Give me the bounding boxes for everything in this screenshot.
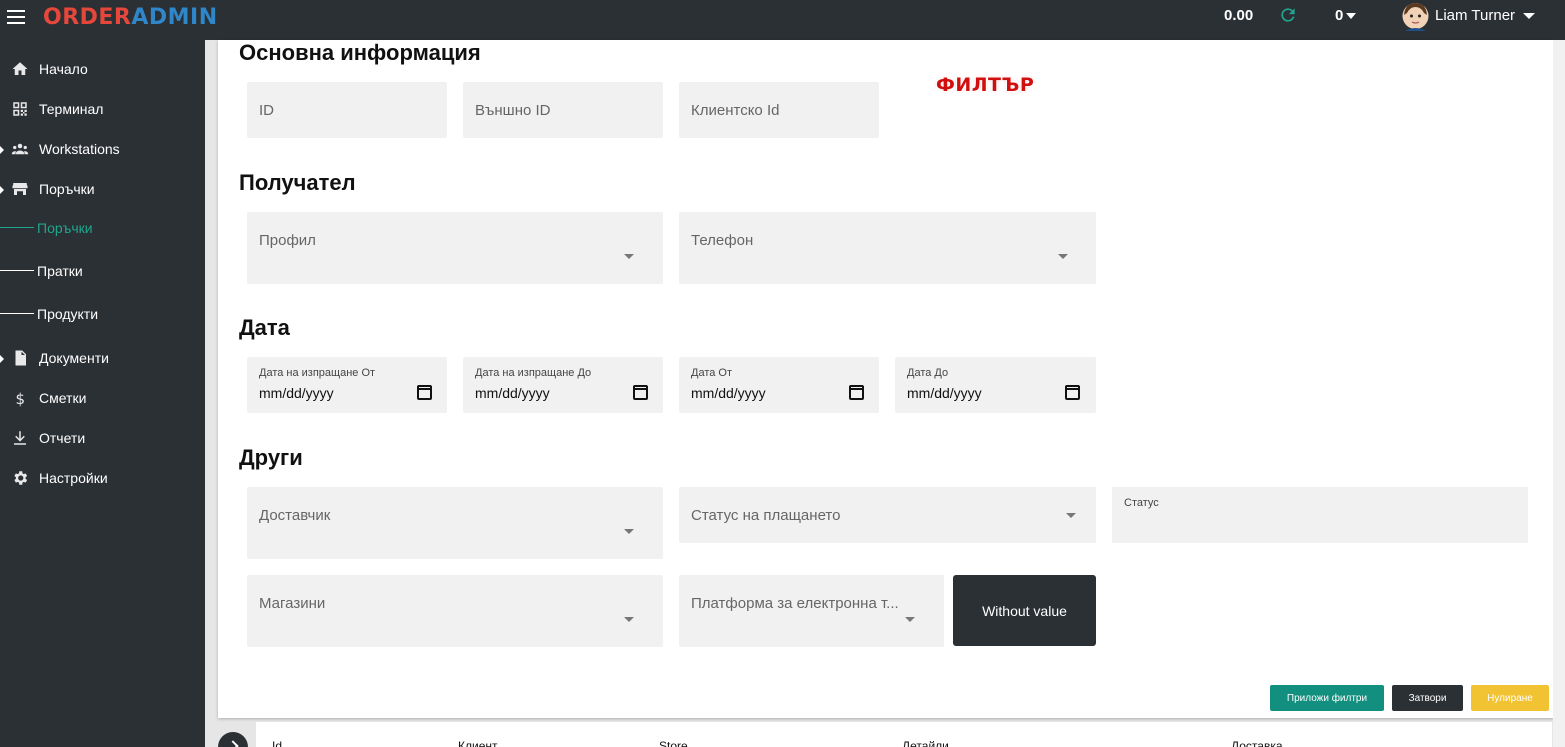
date-to-input[interactable]: Дата До mm/dd/yyyy xyxy=(895,357,1096,413)
column-details[interactable]: Детайли xyxy=(902,739,949,747)
dollar-icon: $ xyxy=(16,390,26,407)
section-title-other: Други xyxy=(239,445,303,470)
sidebar-item-documents[interactable]: Документи xyxy=(0,343,205,373)
close-button[interactable]: Затвори xyxy=(1392,685,1463,711)
chevron-down-icon xyxy=(905,617,915,622)
top-bar: ORDERADMIN 0.00 0 Liam Turner xyxy=(0,0,1565,40)
sidebar-item-home[interactable]: Начало xyxy=(0,54,205,84)
sidebar-item-settings[interactable]: Настройки xyxy=(0,463,205,493)
column-delivery[interactable]: Доставка xyxy=(1231,739,1283,747)
calendar-icon[interactable] xyxy=(849,385,864,400)
payment-status-select[interactable]: Статус на плащането xyxy=(679,487,1096,543)
ship-date-from-input[interactable]: Дата на изпращане От mm/dd/yyyy xyxy=(247,357,447,413)
filter-panel: Основна информация ФИЛТЪР ID Външно ID К… xyxy=(218,40,1554,718)
sidebar-subitem-products[interactable]: Продукти xyxy=(0,302,205,328)
home-icon xyxy=(12,62,28,75)
section-title-basic: Основна информация xyxy=(239,40,481,65)
sidebar-item-orders[interactable]: Поръчки xyxy=(0,174,205,204)
refresh-icon[interactable] xyxy=(1278,4,1298,26)
section-title-recipient: Получател xyxy=(239,170,356,195)
caret-right-icon xyxy=(0,355,4,363)
id-input[interactable]: ID xyxy=(247,82,447,138)
document-icon xyxy=(15,350,26,366)
qr-icon xyxy=(13,102,27,116)
external-id-input[interactable]: Външно ID xyxy=(463,82,663,138)
calendar-icon[interactable] xyxy=(417,385,432,400)
sidebar-subitem-shipments[interactable]: Пратки xyxy=(0,259,205,285)
filter-badge: ФИЛТЪР xyxy=(936,74,1035,96)
expand-arrow-icon[interactable] xyxy=(218,732,248,747)
sidebar-item-accounts[interactable]: $ Сметки xyxy=(0,383,205,413)
platform-select[interactable]: Платформа за електронна т... xyxy=(679,575,944,647)
store-icon xyxy=(12,183,28,195)
section-title-date: Дата xyxy=(239,315,290,340)
scrollbar[interactable] xyxy=(1553,40,1565,747)
chevron-down-icon xyxy=(624,617,634,622)
caret-right-icon xyxy=(0,186,4,194)
apply-filters-button[interactable]: Приложи филтри xyxy=(1270,685,1384,711)
profile-select[interactable]: Профил xyxy=(247,212,663,284)
ship-date-to-input[interactable]: Дата на изпращане До mm/dd/yyyy xyxy=(463,357,663,413)
balance-value: 0.00 xyxy=(1224,7,1254,24)
client-id-input[interactable]: Клиентско Id xyxy=(679,82,879,138)
reset-button[interactable]: Нулиране xyxy=(1471,685,1549,711)
app-logo[interactable]: ORDERADMIN xyxy=(43,5,218,30)
sidebar-item-terminal[interactable]: Терминал xyxy=(0,94,205,124)
svg-text:$: $ xyxy=(16,390,26,407)
chevron-down-icon xyxy=(1066,513,1076,518)
sidebar: Начало Терминал Workstations Поръчки Пор… xyxy=(0,40,205,747)
notification-counter[interactable]: 0 xyxy=(1335,7,1357,24)
date-from-input[interactable]: Дата От mm/dd/yyyy xyxy=(679,357,879,413)
chevron-down-icon xyxy=(624,529,634,534)
phone-select[interactable]: Телефон xyxy=(679,212,1096,284)
chevron-down-icon xyxy=(624,254,634,259)
chevron-down-icon xyxy=(1346,13,1357,20)
calendar-icon[interactable] xyxy=(1065,385,1080,400)
menu-icon[interactable] xyxy=(7,10,25,24)
sidebar-item-workstations[interactable]: Workstations xyxy=(0,134,205,164)
column-store[interactable]: Store xyxy=(659,739,688,747)
sidebar-subitem-orders[interactable]: Поръчки xyxy=(0,216,205,242)
supplier-select[interactable]: Доставчик xyxy=(247,487,663,559)
stores-select[interactable]: Магазини xyxy=(247,575,663,647)
orders-table-header: Id Клиент Store Детайли Доставка xyxy=(256,722,1552,747)
main-content: Основна информация ФИЛТЪР ID Външно ID К… xyxy=(205,40,1565,747)
chevron-down-icon xyxy=(1058,254,1068,259)
calendar-icon[interactable] xyxy=(633,385,648,400)
chevron-down-icon[interactable] xyxy=(1523,13,1535,19)
status-select[interactable]: Статус xyxy=(1112,487,1528,543)
column-id[interactable]: Id xyxy=(272,739,282,747)
without-value-button[interactable]: Without value xyxy=(953,575,1096,646)
avatar xyxy=(1402,3,1429,31)
column-client[interactable]: Клиент xyxy=(458,739,498,747)
sidebar-item-reports[interactable]: Отчети xyxy=(0,423,205,453)
caret-right-icon xyxy=(0,146,4,154)
download-icon xyxy=(14,431,26,445)
user-name: Liam Turner xyxy=(1435,7,1516,24)
people-icon xyxy=(11,143,29,155)
gear-icon xyxy=(14,471,28,485)
